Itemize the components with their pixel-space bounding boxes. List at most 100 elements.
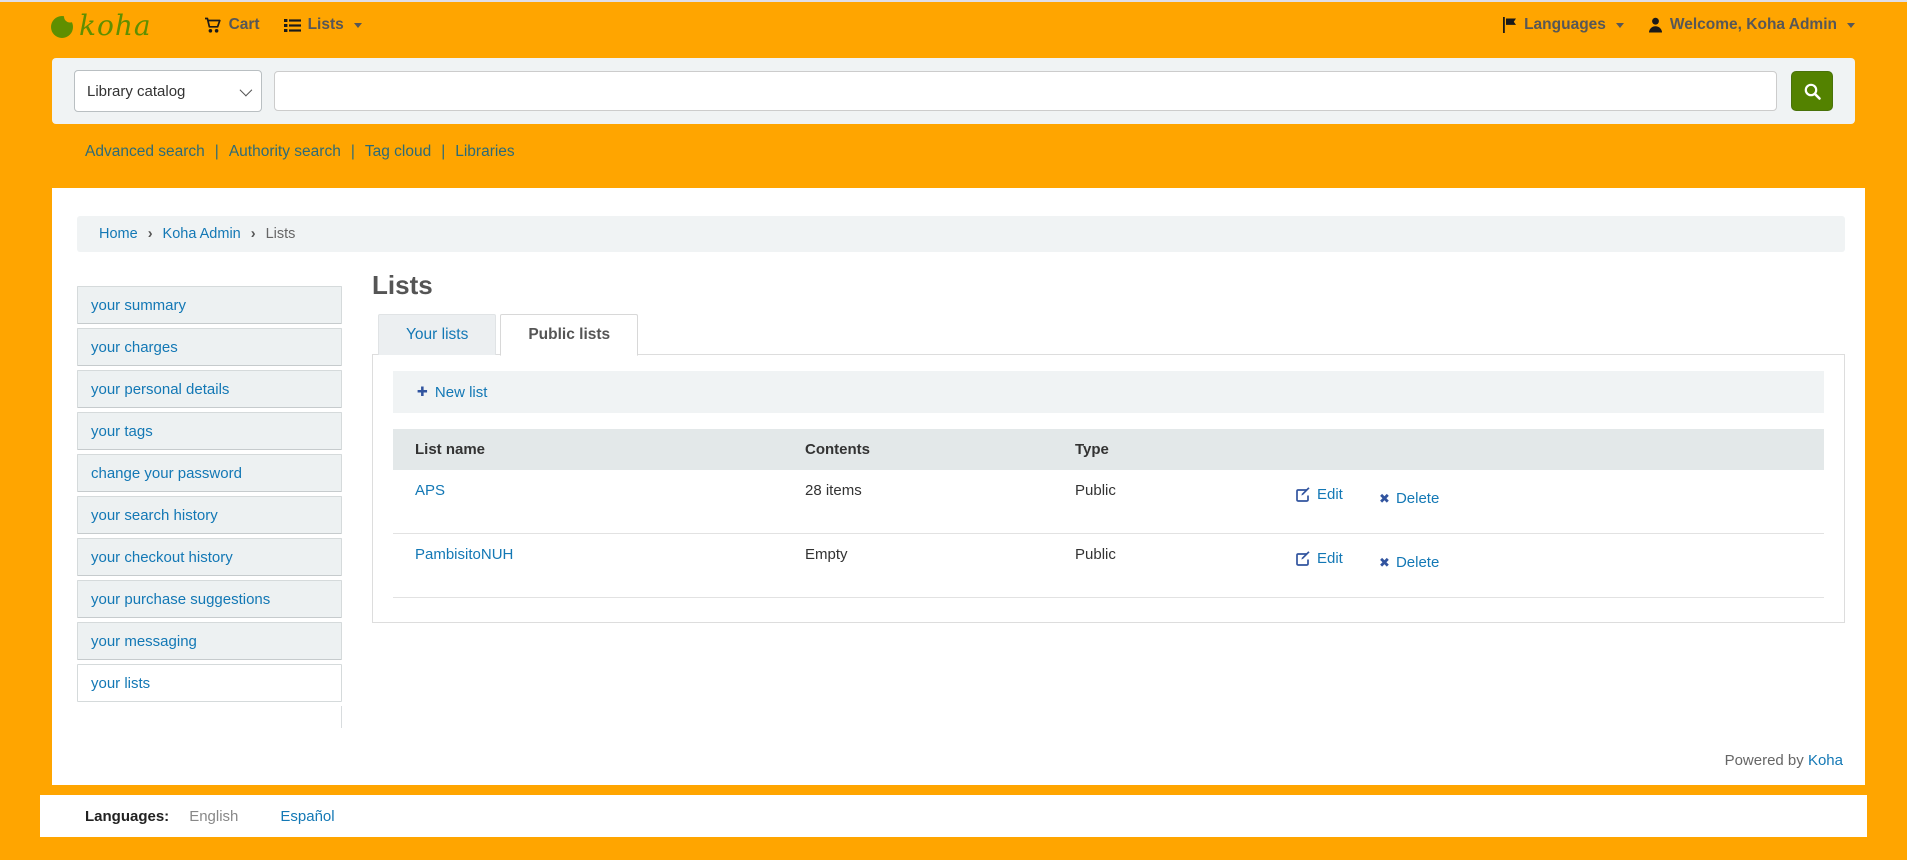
sidebar-item-your-summary[interactable]: your summary <box>77 286 342 324</box>
user-menu-button[interactable]: Welcome, Koha Admin <box>1648 16 1855 34</box>
search-type-value: Library catalog <box>87 83 185 100</box>
languages-menu-button[interactable]: Languages <box>1502 16 1624 34</box>
delete-button[interactable]: ✖ Delete <box>1379 554 1439 571</box>
sidebar-item-label: your charges <box>91 339 178 356</box>
edit-button[interactable]: Edit <box>1295 486 1343 503</box>
sidebar-item-your-charges[interactable]: your charges <box>77 328 342 366</box>
sidebar-item-label: your tags <box>91 423 153 440</box>
breadcrumb-user-link[interactable]: Koha Admin <box>163 226 241 242</box>
cart-button[interactable]: Cart <box>204 16 260 34</box>
sidebar-item-your-personal-details[interactable]: your personal details <box>77 370 342 408</box>
edit-button[interactable]: Edit <box>1295 550 1343 567</box>
powered-by-text: Powered by <box>1725 752 1804 769</box>
chevron-down-icon <box>354 23 362 28</box>
flag-icon <box>1502 17 1517 33</box>
page-title: Lists <box>372 270 1845 300</box>
user-icon <box>1648 17 1663 33</box>
plus-icon: ✚ <box>417 384 428 400</box>
koha-leaf-icon <box>50 10 77 40</box>
search-input[interactable] <box>274 71 1777 111</box>
search-type-select[interactable]: Library catalog <box>74 70 262 112</box>
languages-label: Languages <box>1524 16 1606 34</box>
sidebar-item-label: your messaging <box>91 633 197 650</box>
list-type-cell: Public <box>1053 534 1273 598</box>
content-row: your summary your charges your personal … <box>77 270 1845 728</box>
list-type-cell: Public <box>1053 470 1273 534</box>
koha-logo[interactable]: koha <box>50 9 152 42</box>
chevron-down-icon <box>1847 23 1855 28</box>
sidebar-item-label: your summary <box>91 297 186 314</box>
link-separator: | <box>441 143 445 160</box>
main-container: Home › Koha Admin › Lists your summary y… <box>52 188 1865 785</box>
sidebar-item-label: your personal details <box>91 381 229 398</box>
table-header-row: List name Contents Type <box>393 429 1824 470</box>
list-toolbar: ✚ New list <box>393 371 1824 413</box>
new-list-button[interactable]: ✚ New list <box>417 384 487 401</box>
breadcrumb-separator-icon: › <box>251 226 256 242</box>
lists-content: Lists Your lists Public lists ✚ New list <box>372 270 1845 728</box>
list-name-link[interactable]: PambisitoNUH <box>415 546 513 563</box>
tabs: Your lists Public lists <box>378 314 1845 355</box>
koha-link[interactable]: Koha <box>1808 752 1843 769</box>
language-espanol[interactable]: Español <box>280 808 334 825</box>
list-contents-cell: Empty <box>783 534 1053 598</box>
sidebar-spacer <box>77 706 342 728</box>
sidebar-item-label: your purchase suggestions <box>91 591 270 608</box>
sidebar-item-your-purchase-suggestions[interactable]: your purchase suggestions <box>77 580 342 618</box>
delete-icon: ✖ <box>1379 491 1390 507</box>
edit-icon <box>1295 551 1311 567</box>
authority-search-link[interactable]: Authority search <box>229 143 341 160</box>
navbar-right: Languages Welcome, Koha Admin <box>1478 16 1855 34</box>
search-bar-region: Library catalog <box>52 58 1855 124</box>
powered-by: Powered by Koha <box>1725 752 1843 769</box>
welcome-label: Welcome, Koha Admin <box>1670 16 1837 34</box>
breadcrumb-home-link[interactable]: Home <box>99 226 138 242</box>
tab-panel: ✚ New list List name Contents Type <box>372 354 1845 623</box>
lists-icon <box>284 18 301 33</box>
table-row: PambisitoNUH Empty Public <box>393 534 1824 598</box>
col-header-type: Type <box>1053 429 1273 470</box>
col-header-actions <box>1273 429 1824 470</box>
breadcrumb: Home › Koha Admin › Lists <box>77 216 1845 252</box>
edit-icon <box>1295 487 1311 503</box>
navbar-left: koha Cart Lists <box>50 9 362 42</box>
advanced-search-link[interactable]: Advanced search <box>85 143 205 160</box>
quick-links: Advanced search | Authority search | Tag clo… <box>85 140 1907 164</box>
list-contents-cell: 28 items <box>783 470 1053 534</box>
edit-label: Edit <box>1317 486 1343 503</box>
chevron-down-icon <box>240 83 253 96</box>
search-button[interactable] <box>1791 71 1833 111</box>
cart-icon <box>204 17 222 34</box>
col-header-contents: Contents <box>783 429 1053 470</box>
col-header-list-name: List name <box>393 429 783 470</box>
list-name-link[interactable]: APS <box>415 482 445 499</box>
table-row: APS 28 items Public <box>393 470 1824 534</box>
link-separator: | <box>215 143 219 160</box>
libraries-link[interactable]: Libraries <box>455 143 514 160</box>
sidebar-item-label: change your password <box>91 465 242 482</box>
tag-cloud-link[interactable]: Tag cloud <box>365 143 431 160</box>
language-english: English <box>189 808 238 825</box>
lists-label: Lists <box>308 16 344 34</box>
koha-logo-text: koha <box>79 9 152 42</box>
chevron-down-icon <box>1616 23 1624 28</box>
lists-menu-button[interactable]: Lists <box>284 16 362 34</box>
tab-your-lists[interactable]: Your lists <box>378 314 496 355</box>
link-separator: | <box>351 143 355 160</box>
sidebar-item-label: your checkout history <box>91 549 233 566</box>
sidebar-item-label: your lists <box>91 675 150 692</box>
tab-public-lists[interactable]: Public lists <box>500 314 638 356</box>
delete-button[interactable]: ✖ Delete <box>1379 490 1439 507</box>
sidebar-item-your-lists[interactable]: your lists <box>77 664 342 702</box>
language-footer: Languages: English Español <box>40 795 1867 837</box>
delete-label: Delete <box>1396 554 1439 571</box>
top-navbar: koha Cart Lists <box>0 2 1907 48</box>
sidebar-item-your-checkout-history[interactable]: your checkout history <box>77 538 342 576</box>
new-list-label: New list <box>435 384 488 401</box>
sidebar-item-your-tags[interactable]: your tags <box>77 412 342 450</box>
edit-label: Edit <box>1317 550 1343 567</box>
sidebar-item-change-your-password[interactable]: change your password <box>77 454 342 492</box>
cart-label: Cart <box>229 16 260 34</box>
sidebar-item-your-search-history[interactable]: your search history <box>77 496 342 534</box>
sidebar-item-your-messaging[interactable]: your messaging <box>77 622 342 660</box>
